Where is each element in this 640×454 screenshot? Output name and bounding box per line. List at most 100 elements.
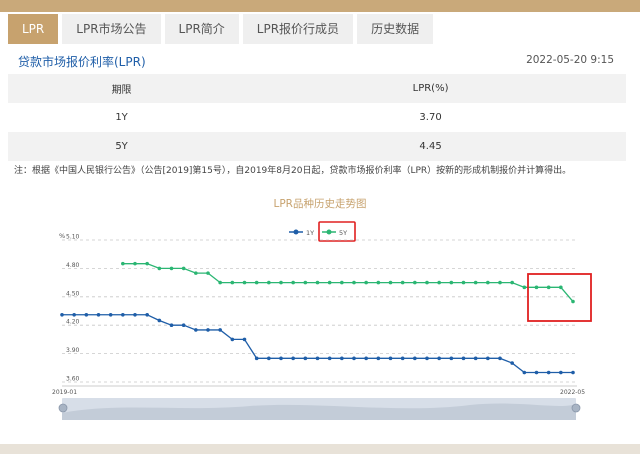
data-point-5y[interactable]: [559, 285, 563, 290]
data-point-1y[interactable]: [121, 312, 125, 317]
data-point-1y[interactable]: [218, 328, 222, 332]
data-point-1y[interactable]: [437, 356, 441, 361]
data-point-5y[interactable]: [449, 280, 454, 285]
data-point-5y[interactable]: [461, 280, 466, 285]
series-line-5y: [122, 263, 574, 302]
legend-5y-marker[interactable]: [326, 229, 332, 235]
data-point-5y[interactable]: [364, 280, 368, 285]
legend-5y-label[interactable]: 5Y: [339, 229, 347, 237]
data-point-5y[interactable]: [437, 280, 441, 285]
data-point-5y[interactable]: [267, 280, 271, 285]
data-point-5y[interactable]: [400, 280, 405, 285]
data-point-5y[interactable]: [425, 280, 429, 285]
data-point-1y[interactable]: [267, 356, 271, 361]
chart-title: LPR品种历史走势图: [274, 197, 367, 210]
data-point-5y[interactable]: [534, 285, 539, 290]
data-point-1y[interactable]: [254, 356, 259, 361]
data-point-1y[interactable]: [279, 356, 283, 361]
data-point-1y[interactable]: [449, 356, 454, 361]
data-point-1y[interactable]: [242, 337, 247, 342]
y-tick-label: 4.50: [66, 290, 80, 297]
data-point-5y[interactable]: [169, 266, 174, 271]
data-point-1y[interactable]: [400, 356, 405, 361]
data-point-1y[interactable]: [473, 356, 478, 361]
data-point-1y[interactable]: [425, 356, 429, 361]
data-point-5y[interactable]: [279, 280, 283, 285]
data-point-5y[interactable]: [206, 271, 210, 275]
data-point-1y[interactable]: [534, 370, 539, 375]
data-point-5y[interactable]: [340, 280, 344, 285]
data-point-1y[interactable]: [181, 323, 186, 328]
data-point-5y[interactable]: [315, 280, 320, 285]
data-point-1y[interactable]: [522, 370, 527, 375]
data-point-5y[interactable]: [291, 280, 295, 285]
data-point-1y[interactable]: [559, 370, 563, 375]
data-point-1y[interactable]: [157, 318, 162, 323]
data-point-1y[interactable]: [364, 356, 368, 361]
data-point-1y[interactable]: [327, 356, 332, 361]
data-point-5y[interactable]: [413, 280, 417, 285]
data-point-1y[interactable]: [352, 356, 356, 361]
data-point-5y[interactable]: [522, 285, 527, 290]
data-point-1y[interactable]: [194, 328, 198, 332]
data-point-5y[interactable]: [218, 280, 222, 285]
data-point-1y[interactable]: [60, 312, 64, 317]
data-point-5y[interactable]: [510, 280, 514, 285]
data-point-1y[interactable]: [340, 356, 344, 361]
data-point-1y[interactable]: [206, 328, 210, 332]
data-point-1y[interactable]: [486, 356, 490, 361]
data-point-1y[interactable]: [133, 312, 137, 317]
y-tick-label: 5.10: [66, 234, 80, 241]
data-point-5y[interactable]: [133, 261, 137, 266]
legend-1y-marker[interactable]: [293, 229, 299, 235]
data-point-1y[interactable]: [72, 312, 76, 317]
y-axis-unit: %: [59, 232, 65, 240]
data-point-1y[interactable]: [291, 356, 295, 361]
data-point-5y[interactable]: [546, 285, 551, 290]
data-point-5y[interactable]: [473, 280, 478, 285]
data-point-5y[interactable]: [327, 280, 332, 285]
data-point-1y[interactable]: [169, 323, 174, 328]
data-point-1y[interactable]: [376, 356, 381, 361]
data-point-1y[interactable]: [145, 312, 149, 317]
series-line-1y: [62, 314, 573, 374]
y-tick-label: 3.60: [66, 376, 80, 383]
data-point-1y[interactable]: [303, 356, 308, 361]
data-point-5y[interactable]: [352, 280, 356, 285]
data-point-5y[interactable]: [254, 280, 259, 285]
range-slider-right-handle[interactable]: [571, 403, 581, 413]
data-point-1y[interactable]: [84, 312, 89, 317]
data-point-5y[interactable]: [194, 271, 198, 275]
data-point-5y[interactable]: [230, 280, 235, 285]
data-point-1y[interactable]: [388, 356, 393, 361]
data-point-5y[interactable]: [303, 280, 308, 285]
legend-1y-label[interactable]: 1Y: [306, 229, 314, 237]
data-point-1y[interactable]: [498, 356, 502, 361]
lpr-trend-chart: LPR品种历史走势图 1Y 5Y% 5.10 4.80 4.50 4.20 3.90 3.60 2…: [52, 197, 592, 420]
y-tick-label: 4.20: [66, 319, 80, 326]
data-point-1y[interactable]: [413, 356, 417, 361]
y-tick-label: 3.90: [66, 347, 80, 354]
data-point-1y[interactable]: [510, 361, 514, 365]
data-point-1y[interactable]: [96, 312, 101, 317]
range-slider-left-handle[interactable]: [58, 403, 68, 413]
latest-change-highlight-box: [527, 273, 592, 322]
data-point-5y[interactable]: [498, 280, 502, 285]
data-point-1y[interactable]: [315, 356, 320, 361]
data-point-1y[interactable]: [108, 312, 113, 317]
data-point-1y[interactable]: [546, 370, 551, 375]
data-point-5y[interactable]: [181, 266, 186, 271]
data-point-5y[interactable]: [157, 266, 162, 271]
data-point-1y[interactable]: [461, 356, 466, 361]
data-point-5y[interactable]: [388, 280, 393, 285]
y-tick-label: 4.80: [66, 262, 80, 269]
data-point-5y[interactable]: [376, 280, 381, 285]
data-point-1y[interactable]: [571, 370, 575, 375]
data-point-1y[interactable]: [230, 337, 235, 342]
data-point-5y[interactable]: [121, 261, 125, 266]
data-point-5y[interactable]: [486, 280, 490, 285]
data-point-5y[interactable]: [145, 261, 149, 266]
data-point-5y[interactable]: [242, 280, 247, 285]
data-point-5y[interactable]: [571, 299, 575, 304]
footer-band: [0, 444, 640, 454]
